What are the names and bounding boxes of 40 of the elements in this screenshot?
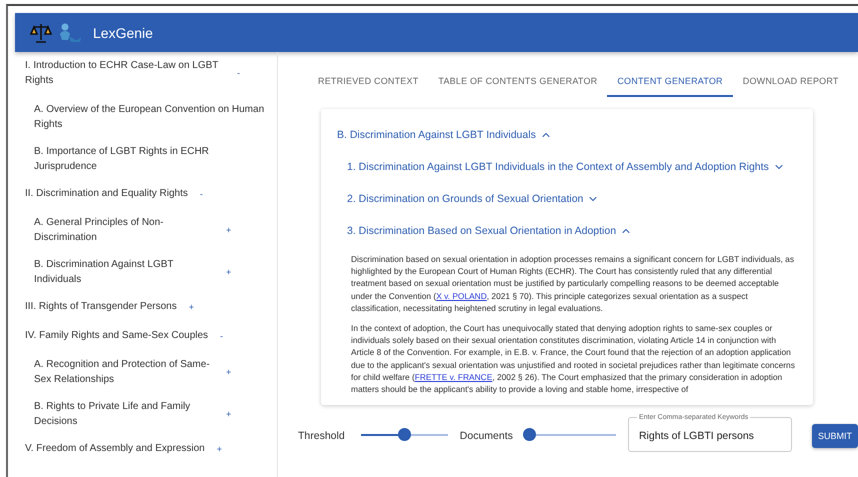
tab[interactable]: CONTENT GENERATOR: [607, 68, 733, 97]
app-title: LexGenie: [93, 24, 153, 40]
outline-item[interactable]: B. Importance of LGBT Rights in ECHR Jurisprudence: [34, 144, 269, 174]
toggle-sign[interactable]: +: [226, 367, 232, 377]
paragraph: In the context of adoption, the Court has unequivocally stated that denying adoption rights to same-sex couples or individuals solely based on their sexual orientation constitutes discrimination, violating Article 14 in conjunction with Article 8 of the Convention. For example, in E.B. v. France, the Court found that the rejection of an adoption application due to the applicant's sexual orientation was unjustified and rooted in societal prejudices rather than legitimate concerns for child welfare (FRETTE v. FRANCE, 2002 § 26). The Court emphasized that the primary consideration in adoption matters should be the applicant's ability to provide a loving and stable home, irrespective of: [351, 322, 796, 396]
toggle-sign[interactable]: -: [237, 68, 240, 78]
accordion-header[interactable]: 1. Discrimination Against LGBT Individuals in the Context of Assembly and Adoption Rights: [337, 151, 799, 183]
slider-thumb[interactable]: [522, 428, 536, 441]
scales-icon: [29, 22, 53, 44]
outline-item[interactable]: A. Recognition and Protection of Same-Sex Relationships: [34, 357, 214, 387]
tab[interactable]: RETRIEVED CONTEXT: [308, 68, 428, 97]
outline-item[interactable]: I. Introduction to ECHR Case-Law on LGBT Rights: [25, 58, 225, 88]
outline-item[interactable]: B. Discrimination Against LGBT Individuals: [34, 257, 214, 287]
toggle-sign[interactable]: -: [200, 188, 203, 198]
outline-item[interactable]: A. Overview of the European Convention on Human Rights: [34, 102, 269, 132]
outline-item[interactable]: B. Rights to Private Life and Family Decisions: [34, 399, 214, 429]
outline-item[interactable]: III. Rights of Transgender Persons: [25, 299, 177, 314]
case-link[interactable]: FRETTE v. FRANCE: [414, 372, 492, 382]
outline-item[interactable]: V. Freedom of Assembly and Expression: [25, 441, 205, 456]
toggle-sign[interactable]: +: [226, 267, 232, 277]
outline-item[interactable]: A. General Principles of Non-Discrimination: [34, 215, 214, 245]
slider-label: Threshold: [298, 430, 345, 442]
toggle-sign[interactable]: +: [226, 225, 232, 235]
slider-thumb[interactable]: [398, 428, 412, 441]
toggle-sign[interactable]: +: [226, 409, 232, 419]
toggle-sign[interactable]: +: [188, 302, 194, 312]
outline-item[interactable]: IV. Family Rights and Same-Sex Couples: [25, 328, 208, 343]
toggle-sign[interactable]: -: [220, 330, 224, 340]
submit-button[interactable]: SUBMIT: [812, 424, 858, 448]
tab[interactable]: DOWNLOAD REPORT: [732, 68, 849, 97]
toggle-sign[interactable]: +: [216, 444, 222, 454]
outline-item[interactable]: II. Discrimination and Equality Rights: [25, 186, 188, 201]
slider-label: Documents: [460, 430, 513, 442]
tab[interactable]: TABLE OF CONTENTS GENERATOR: [428, 68, 608, 97]
paragraph: Discrimination based on sexual orientation in adoption processes remains a significant concern for LGBT individuals, as highlighted by the European Court of Human Rights (ECHR). The Court has consistently ruled that any differential treatment based on sexual orientation must be justified by particularly compelling reasons to be deemed acceptable under the Convention (X v. POLAND, 2021 § 70). This principle categorizes sexual orientation as a suspect classification, necessitating heightened scrutiny in legal evaluations.: [351, 253, 796, 314]
case-link[interactable]: X v. POLAND: [436, 290, 487, 301]
accordion-header[interactable]: 2. Discrimination on Grounds of Sexual Orientation: [337, 183, 799, 215]
accordion-header[interactable]: B. Discrimination Against LGBT Individuals: [337, 119, 799, 151]
keywords-input[interactable]: Rights of LGBTI persons: [636, 429, 791, 443]
accordion-header[interactable]: 3. Discrimination Based on Sexual Orientation in Adoption: [337, 215, 799, 247]
